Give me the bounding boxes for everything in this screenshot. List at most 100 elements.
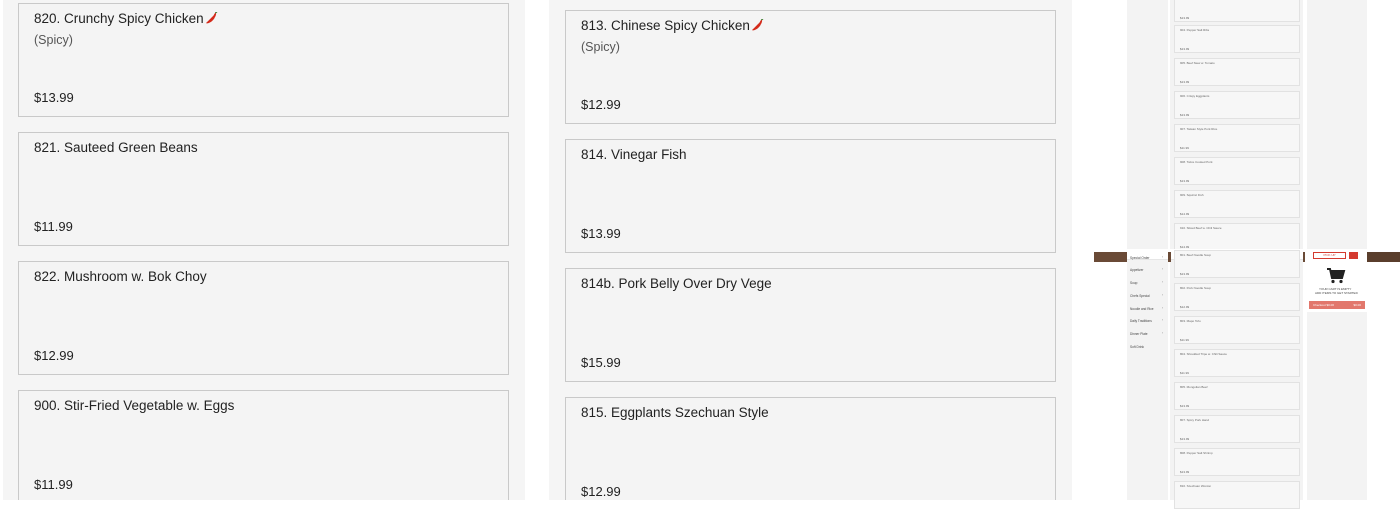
menu-item-price: $15.99 [581,355,621,370]
cart-icon [1326,267,1346,289]
menu-item-price: $13.99 [581,226,621,241]
thumbnail-banner-image [1367,252,1400,262]
menu-item-card[interactable]: 900. Stir-Fried Vegetable w. Eggs $11.99 [18,390,509,500]
thumbnail-item-price: $13.99 [1180,47,1190,51]
menu-item-card[interactable]: 821. Sauteed Green Beans $11.99 [18,132,509,246]
menu-item-price: $12.99 [581,97,621,112]
thumbnail-menu-item[interactable]: 808. Pepper Salt Shrimp $13.99 [1174,448,1300,476]
menu-item-price: $12.99 [581,484,621,499]
category-item[interactable]: Dinner Plate [1130,332,1148,336]
thumbnail-item-name: 908. Twice Cooked Pork [1180,160,1213,164]
thumbnail-item-price: $13.99 [1180,179,1190,183]
menu-item-subtitle: (Spicy) [34,33,73,47]
menu-item-card[interactable]: 814b. Pork Belly Over Dry Vege $15.99 [565,268,1056,382]
thumbnail-item-price: $11.99 [1180,146,1189,150]
checkout-label: Checkout $0.00 [1313,303,1335,307]
thumbnail-item-name: 805. Mongolian Beef [1180,385,1208,389]
thumbnail-item-price: $11.99 [1180,338,1189,342]
thumbnail-menu-item[interactable]: 908. Twice Cooked Pork $13.99 [1174,157,1300,185]
chevron-right-icon: › [1162,280,1164,284]
thumbnail-menu-item[interactable]: 907. Taiwan Style Pork Rice $11.99 [1174,124,1300,152]
thumbnail-item-price: $13.99 [1180,404,1190,408]
thumbnail-banner-image [1094,252,1127,262]
thumbnail-item-name: 804. Shredded Tripe w. Chili Sauce [1180,352,1227,356]
thumbnail-item-name: 909. Squirrel Fish [1180,193,1204,197]
menu-item-card[interactable]: 815. Eggplants Szechuan Style $12.99 [565,397,1056,500]
thumbnail-menu-item[interactable]: 910. Sliced Beef w. Chili Sauce $14.99 [1174,223,1300,251]
thumbnail-item-name: 906. Crispy Eggplants [1180,94,1210,98]
chevron-right-icon: › [1162,331,1164,335]
chili-pepper-icon [205,11,218,28]
chevron-right-icon: › [1162,267,1164,271]
category-item[interactable]: Soup [1130,281,1137,285]
menu-item-card[interactable]: 820. Crunchy Spicy Chicken (Spicy) $13.9… [18,3,509,117]
thumbnail-item-price: $13.99 [1180,113,1190,117]
menu-column-right: 813. Chinese Spicy Chicken (Spicy) $12.9… [549,0,1072,500]
thumbnail-menu-item[interactable]: $13.99 [1174,0,1300,22]
category-item[interactable]: Special Order [1130,256,1150,260]
thumbnail-item-name: 905. Beef Stew w. Tomato [1180,61,1215,65]
menu-item-card[interactable]: 822. Mushroom w. Bok Choy $12.99 [18,261,509,375]
checkout-button[interactable]: Checkout $0.00 $0.00 [1309,301,1365,309]
thumbnail-item-price: $12.99 [1180,305,1190,309]
thumbnail-menu-item[interactable]: 804. Shredded Tripe w. Chili Sauce $11.99 [1174,349,1300,377]
thumbnail-menu-item[interactable]: 909. Squirrel Fish $14.99 [1174,190,1300,218]
checkout-amount: $0.00 [1353,303,1361,307]
menu-item-name: 815. Eggplants Szechuan Style [581,405,769,420]
thumbnail-menu-item[interactable]: 801. Beef Noodle Soup $13.99 [1174,250,1300,278]
thumbnail-menu-item[interactable]: 803. Mapo Tofu $11.99 [1174,316,1300,344]
thumbnail-menu-item[interactable]: 802. Pork Noodle Soup $12.99 [1174,283,1300,311]
thumbnail-menu-item[interactable]: 904. Pepper Salt Ribs $13.99 [1174,25,1300,53]
menu-item-price: $13.99 [34,90,74,105]
chevron-right-icon: › [1162,293,1164,297]
thumbnail-item-name: 802. Pork Noodle Soup [1180,286,1212,290]
thumbnail-item-price: $11.99 [1180,371,1189,375]
menu-item-price: $12.99 [34,348,74,363]
thumbnail-item-price: $14.99 [1180,212,1190,216]
menu-item-name: 900. Stir-Fried Vegetable w. Eggs [34,398,235,413]
category-item[interactable]: Chefs Special [1130,294,1150,298]
thumbnail-item-name: 803. Mapo Tofu [1180,319,1201,323]
cart-empty-subtext: ADD ITEMS TO GET STARTED [1315,291,1358,295]
category-item[interactable]: Soft Drink [1130,345,1144,349]
menu-item-name: 820. Crunchy Spicy Chicken [34,11,218,28]
chili-pepper-icon [751,18,764,35]
thumbnail-item-price: $13.99 [1180,80,1190,84]
menu-item-name: 821. Sauteed Green Beans [34,140,198,155]
menu-item-name: 814. Vinegar Fish [581,147,687,162]
thumbnail-item-name: 907. Taiwan Style Pork Rice [1180,127,1218,131]
thumbnail-menu-item[interactable]: 905. Beef Stew w. Tomato $13.99 [1174,58,1300,86]
thumbnail-menu-item[interactable]: 807. Spicy Pork Hand $13.99 [1174,415,1300,443]
menu-item-price: $11.99 [34,219,73,234]
thumbnail-item-price: $13.99 [1180,437,1190,441]
chevron-right-icon: › [1162,306,1164,310]
thumbnail-item-name: 801. Beef Noodle Soup [1180,253,1212,257]
pickup-button[interactable]: PICK UP [1313,252,1346,259]
menu-item-price: $11.99 [34,477,73,492]
thumbnail-item-name: 910. Sliced Beef w. Chili Sauce [1180,226,1222,230]
menu-item-subtitle: (Spicy) [581,40,620,54]
thumbnail-menu-item[interactable]: 805. Mongolian Beef $13.99 [1174,382,1300,410]
menu-item-name: 822. Mushroom w. Bok Choy [34,269,207,284]
category-item[interactable]: Appetizer [1130,268,1143,272]
thumbnail-category-menu: Special Order › Appetizer › Soup › Chefs Sp… [1127,252,1168,352]
thumbnail-item-price: $13.99 [1180,16,1190,20]
thumbnail-item-price: $13.99 [1180,470,1190,474]
thumbnail-banner-image [1168,252,1171,262]
category-item[interactable]: Noodle and Rice [1130,307,1154,311]
menu-item-name: 813. Chinese Spicy Chicken [581,18,764,35]
thumbnail-menu-item[interactable]: 906. Crispy Eggplants $13.99 [1174,91,1300,119]
menu-item-card[interactable]: 814. Vinegar Fish $13.99 [565,139,1056,253]
thumbnail-menu-item[interactable]: 810. Szechuan Wonton [1174,481,1300,509]
category-item[interactable]: Daily Traditions [1130,319,1152,323]
chevron-right-icon: › [1162,318,1164,322]
menu-item-name: 814b. Pork Belly Over Dry Vege [581,276,772,291]
thumbnail-item-price: $13.99 [1180,272,1190,276]
thumbnail-item-name: 807. Spicy Pork Hand [1180,418,1210,422]
chevron-right-icon: › [1162,255,1164,259]
thumbnail-item-name: 808. Pepper Salt Shrimp [1180,451,1213,455]
menu-item-card[interactable]: 813. Chinese Spicy Chicken (Spicy) $12.9… [565,10,1056,124]
settings-icon[interactable] [1349,252,1358,259]
menu-column-left: 820. Crunchy Spicy Chicken (Spicy) $13.9… [3,0,525,500]
thumbnail-item-name: 810. Szechuan Wonton [1180,484,1212,488]
